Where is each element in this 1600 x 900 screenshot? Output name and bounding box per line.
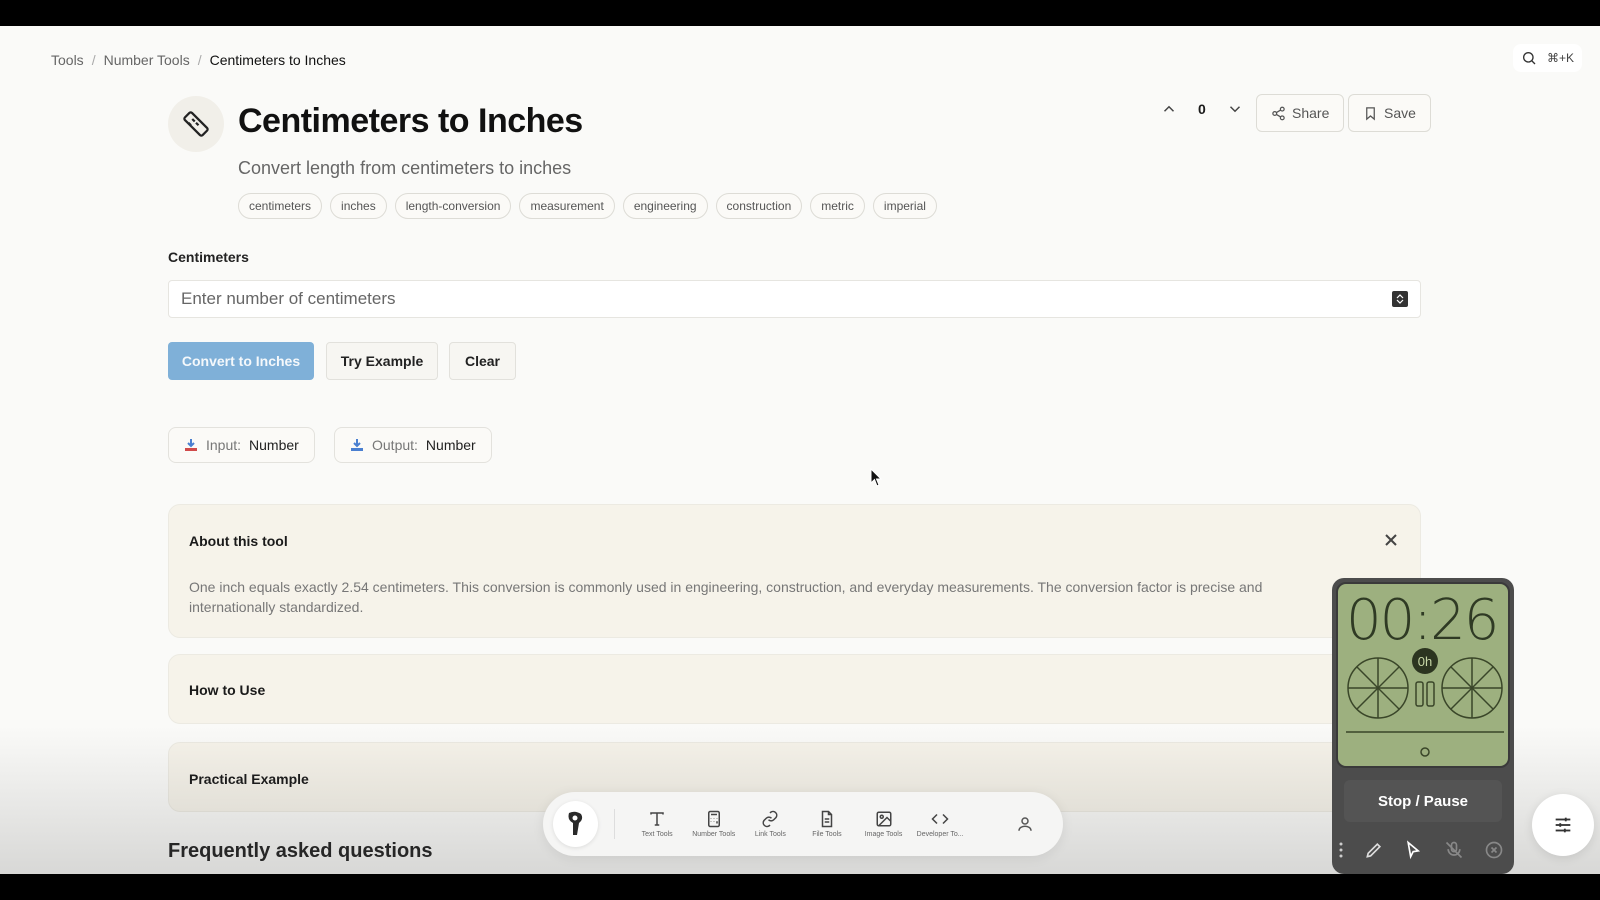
tool-dock: Text Tools Number Tools Link Tools File … [543,792,1063,856]
dock-item-label: Text Tools [641,831,673,838]
dock-home-button[interactable] [553,801,598,847]
global-search-button[interactable]: ⌘+K [1512,44,1582,72]
user-icon [1017,817,1032,831]
link-icon [762,810,778,828]
timer-time: 00:26 [1346,588,1499,653]
sliders-icon [1555,817,1571,833]
tag[interactable]: centimeters [238,193,323,219]
try-example-button[interactable]: Try Example [326,342,438,380]
input-type-badge: Input: Number [168,427,315,463]
tag[interactable]: length-conversion [394,193,512,219]
tag[interactable]: engineering [622,193,708,219]
tag[interactable]: inches [330,193,387,219]
io-arrow-icon [351,439,363,451]
breadcrumb-tools[interactable]: Tools [51,52,84,68]
dock-item-number-tools[interactable]: Number Tools [685,810,742,838]
page-title: Centimeters to Inches [238,102,583,140]
dock-item-link-tools[interactable]: Link Tools [742,810,799,838]
mouse-cursor-icon [870,468,883,487]
io-arrow-icon [185,439,197,451]
save-button[interactable]: Save [1348,94,1431,132]
timer-toolbar [1338,840,1504,860]
faq-heading: Frequently asked questions [168,840,433,862]
how-to-use-section[interactable]: How to Use [168,654,1421,724]
more-icon[interactable] [1338,840,1344,860]
dock-item-label: Image Tools [864,831,903,838]
clear-button[interactable]: Clear [449,342,516,380]
settings-fab[interactable] [1532,794,1594,856]
tag[interactable]: imperial [872,193,937,219]
tag[interactable]: metric [810,193,865,219]
bookmark-icon [1366,106,1375,120]
page-subtitle: Convert length from centimeters to inche… [238,158,572,178]
about-card: About this tool One inch equals exactly … [168,504,1421,638]
logo-icon [568,811,583,835]
breadcrumb-number-tools[interactable]: Number Tools [104,52,190,68]
image-icon [876,811,892,827]
about-text: One inch equals exactly 2.54 centimeters… [189,579,1263,615]
dock-item-label: Number Tools [692,831,736,838]
input-type-label: Input: [206,437,242,453]
mic-off-icon[interactable] [1444,840,1464,860]
number-spinner[interactable] [1392,291,1408,307]
dock-item-file-tools[interactable]: File Tools [799,810,856,838]
share-label: Share [1292,105,1330,121]
cancel-icon[interactable] [1484,840,1504,860]
dock-item-developer-tools[interactable]: Developer To... [912,810,969,838]
breadcrumb-separator: / [91,52,96,68]
timer-display: 00:26 0h [1336,582,1510,768]
breadcrumb: Tools / Number Tools / Centimeters to In… [51,52,346,68]
code-icon [931,813,949,825]
calculator-icon [707,810,720,828]
share-icon [1272,106,1285,120]
search-shortcut: ⌘+K [1546,51,1574,65]
stop-pause-button[interactable]: Stop / Pause [1344,780,1502,822]
letterbox-bottom [0,874,1600,900]
save-label: Save [1384,105,1416,121]
text-icon [650,812,664,826]
dock-user-button[interactable] [996,815,1053,833]
dock-item-text-tools[interactable]: Text Tools [629,810,686,838]
output-type-value: Number [425,437,476,453]
spinner-arrows-icon [1396,294,1404,304]
practical-example-title: Practical Example [189,771,309,787]
pen-icon[interactable] [1364,840,1384,860]
dock-item-image-tools[interactable]: Image Tools [855,810,912,838]
centimeters-field [168,280,1421,318]
file-icon [821,810,833,828]
dock-item-label: Developer To... [916,831,964,838]
centimeters-label: Centimeters [168,249,249,265]
search-icon [1522,52,1536,65]
vote-count: 0 [1198,101,1206,117]
timer-dials-icon [1346,657,1504,757]
input-type-value: Number [249,437,299,453]
tag[interactable]: construction [715,193,803,219]
share-button[interactable]: Share [1256,94,1345,132]
how-to-use-title: How to Use [189,682,266,698]
dock-divider [613,809,615,839]
dock-item-label: File Tools [812,831,842,838]
vote-control: 0 [1160,100,1244,118]
dock-item-label: Link Tools [754,831,786,838]
convert-button[interactable]: Convert to Inches [168,342,314,380]
letterbox-top [0,0,1600,26]
chevron-down-icon[interactable] [1226,100,1244,118]
breadcrumb-current: Centimeters to Inches [209,52,346,68]
output-type-badge: Output: Number [334,427,492,463]
pointer-icon[interactable] [1404,840,1424,860]
recording-timer-widget: 00:26 0h Stop / Pause [1332,578,1514,874]
tag[interactable]: measurement [519,193,615,219]
breadcrumb-separator: / [197,52,202,68]
tag-list: centimeters inches length-conversion mea… [238,193,937,219]
chevron-up-icon[interactable] [1160,100,1178,118]
ruler-icon [168,96,224,152]
output-type-label: Output: [372,437,418,453]
close-icon[interactable] [1384,533,1398,547]
about-title: About this tool [189,533,288,549]
page: Tools / Number Tools / Centimeters to In… [0,26,1600,874]
centimeters-input[interactable] [181,289,1392,309]
